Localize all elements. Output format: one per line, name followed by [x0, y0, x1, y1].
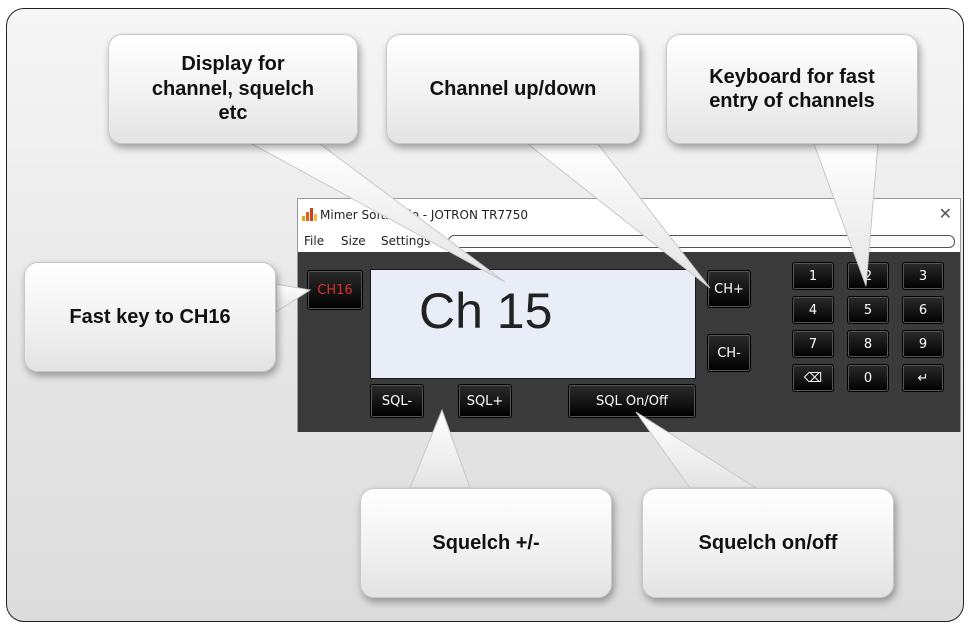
keypad-key-0[interactable]: 0	[847, 364, 889, 392]
squelch-minus-button[interactable]: SQL-	[370, 384, 424, 418]
keypad-key-8[interactable]: 8	[847, 330, 889, 358]
radio-control-panel: CH16 Ch 15 CH+ CH- SQL- SQL+ SQL On/Off …	[298, 252, 960, 432]
fast-key-callout: Fast key to CH16	[24, 262, 276, 372]
squelch-plus-button[interactable]: SQL+	[458, 384, 512, 418]
title-bar: Mimer SoftRadio - JOTRON TR7750 ✕	[298, 199, 960, 231]
squelch-pm-callout: Squelch +/-	[360, 488, 612, 598]
keypad-key-enter[interactable]: ↵	[902, 364, 944, 392]
keypad-key-5[interactable]: 5	[847, 296, 889, 324]
ch16-button[interactable]: CH16	[307, 270, 363, 310]
channel-down-button[interactable]: CH-	[707, 334, 751, 372]
channel-display: Ch 15	[370, 269, 696, 379]
keypad-key-3[interactable]: 3	[902, 262, 944, 290]
display-callout: Display for channel, squelch etc	[108, 34, 358, 144]
keyboard-callout: Keyboard for fast entry of channels	[666, 34, 918, 144]
display-text: Ch 15	[419, 283, 553, 339]
close-icon[interactable]: ✕	[939, 204, 952, 224]
status-progress-bar	[448, 235, 955, 248]
squelch-onoff-button[interactable]: SQL On/Off	[568, 384, 696, 418]
keypad-key-backspace[interactable]: ⌫	[792, 364, 834, 392]
app-window: Mimer SoftRadio - JOTRON TR7750 ✕ File S…	[297, 198, 961, 432]
keypad-key-9[interactable]: 9	[902, 330, 944, 358]
squelch-onoff-callout: Squelch on/off	[642, 488, 894, 598]
keypad-key-4[interactable]: 4	[792, 296, 834, 324]
channel-up-button[interactable]: CH+	[707, 270, 751, 308]
app-bars-icon	[302, 208, 317, 221]
keypad-key-7[interactable]: 7	[792, 330, 834, 358]
menu-size[interactable]: Size	[341, 234, 366, 248]
menu-settings[interactable]: Settings	[381, 234, 430, 248]
window-title: Mimer SoftRadio - JOTRON TR7750	[320, 208, 528, 222]
channel-updown-callout: Channel up/down	[386, 34, 640, 144]
keypad-key-2[interactable]: 2	[847, 262, 889, 290]
keypad-key-6[interactable]: 6	[902, 296, 944, 324]
menu-file[interactable]: File	[304, 234, 324, 248]
keypad-key-1[interactable]: 1	[792, 262, 834, 290]
